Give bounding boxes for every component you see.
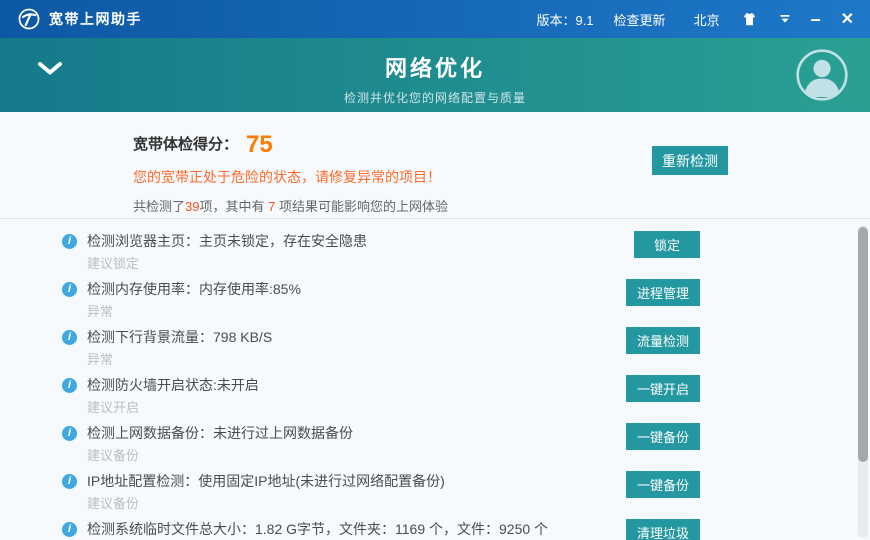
- item-action-button[interactable]: 一键备份: [626, 471, 700, 498]
- summary-suffix: 项结果可能影响您的上网体验: [275, 199, 448, 214]
- app-logo-icon: [18, 8, 40, 30]
- item-title: 检测上网数据备份：未进行过上网数据备份: [87, 422, 353, 445]
- score-value: 75: [246, 131, 273, 158]
- version-label: 版本：9.1: [536, 10, 593, 29]
- item-action-button[interactable]: 清理垃圾: [626, 519, 700, 540]
- item-note: 异常: [87, 301, 870, 323]
- page-subtitle: 检测并优化您的网络配置与质量: [0, 89, 870, 106]
- item-title: 检测内存使用率：内存使用率:85%: [87, 278, 301, 301]
- info-icon: i: [62, 522, 77, 537]
- check-list-item: i 检测下行背景流量：798 KB/S 异常 流量检测: [0, 324, 870, 372]
- info-icon: i: [62, 378, 77, 393]
- item-note: 建议备份: [87, 493, 870, 515]
- info-icon: i: [62, 474, 77, 489]
- info-icon: i: [62, 426, 77, 441]
- check-list-item: i IP地址配置检测：使用固定IP地址(未进行过网络配置备份) 建议备份 一键备…: [0, 468, 870, 516]
- score-warning: 您的宽带正处于危险的状态，请修复异常的项目！: [133, 167, 870, 187]
- user-avatar[interactable]: [796, 49, 848, 101]
- page-header: 网络优化 检测并优化您的网络配置与质量: [0, 38, 870, 112]
- main-menu-chevron-icon[interactable]: [779, 14, 791, 24]
- item-action-button[interactable]: 一键备份: [626, 423, 700, 450]
- item-action-button[interactable]: 一键开启: [626, 375, 700, 402]
- item-note: 建议开启: [87, 397, 870, 419]
- item-title: 检测下行背景流量：798 KB/S: [87, 326, 272, 349]
- skin-tshirt-icon[interactable]: [740, 12, 759, 27]
- item-action-button[interactable]: 流量检测: [626, 327, 700, 354]
- info-icon: i: [62, 234, 77, 249]
- score-section: 宽带体检得分：75 您的宽带正处于危险的状态，请修复异常的项目！ 共检测了39项…: [0, 112, 870, 218]
- summary-total-count: 39: [185, 199, 199, 214]
- check-list-item: i 检测上网数据备份：未进行过上网数据备份 建议备份 一键备份: [0, 420, 870, 468]
- check-list-item: i 检测内存使用率：内存使用率:85% 异常 进程管理: [0, 276, 870, 324]
- scrollbar-track[interactable]: [858, 225, 868, 538]
- recheck-button[interactable]: 重新检测: [652, 146, 728, 175]
- check-list-item: i 检测浏览器主页：主页未锁定，存在安全隐患 建议锁定 锁定: [0, 228, 870, 276]
- summary-prefix: 共检测了: [133, 199, 185, 214]
- minimize-button[interactable]: –: [811, 14, 821, 24]
- check-update-link[interactable]: 检查更新: [614, 10, 666, 29]
- collapse-chevron-icon[interactable]: [38, 62, 62, 80]
- info-icon: i: [62, 282, 77, 297]
- item-action-button[interactable]: 进程管理: [626, 279, 700, 306]
- item-note: 建议锁定: [87, 253, 870, 275]
- page-title: 网络优化: [0, 38, 870, 83]
- item-title: 检测浏览器主页：主页未锁定，存在安全隐患: [87, 230, 367, 253]
- app-title: 宽带上网助手: [49, 9, 142, 29]
- item-note: 建议备份: [87, 445, 870, 467]
- item-title: 检测防火墙开启状态:未开启: [87, 374, 259, 397]
- item-note: 异常: [87, 349, 870, 371]
- item-title: 检测系统临时文件总大小：1.82 G字节，文件夹：1169 个，文件：9250 …: [87, 518, 548, 540]
- summary-mid: 项，其中有: [199, 199, 268, 214]
- score-summary: 共检测了39项，其中有 7 项结果可能影响您的上网体验: [133, 196, 870, 215]
- info-icon: i: [62, 330, 77, 345]
- item-action-button[interactable]: 锁定: [634, 231, 700, 258]
- titlebar: 宽带上网助手 版本：9.1 检查更新 北京 – ✕: [0, 0, 870, 38]
- item-title: IP地址配置检测：使用固定IP地址(未进行过网络配置备份): [87, 470, 445, 493]
- scrollbar-thumb[interactable]: [858, 227, 868, 462]
- check-list-item: i 检测系统临时文件总大小：1.82 G字节，文件夹：1169 个，文件：925…: [0, 516, 870, 540]
- check-list: i 检测浏览器主页：主页未锁定，存在安全隐患 建议锁定 锁定 i 检测内存使用率…: [0, 219, 870, 540]
- app-window: 宽带上网助手 版本：9.1 检查更新 北京 – ✕: [0, 0, 870, 540]
- city-label[interactable]: 北京: [694, 10, 720, 29]
- close-button[interactable]: ✕: [841, 9, 854, 29]
- check-list-item: i 检测防火墙开启状态:未开启 建议开启 一键开启: [0, 372, 870, 420]
- score-label: 宽带体检得分：: [133, 136, 238, 153]
